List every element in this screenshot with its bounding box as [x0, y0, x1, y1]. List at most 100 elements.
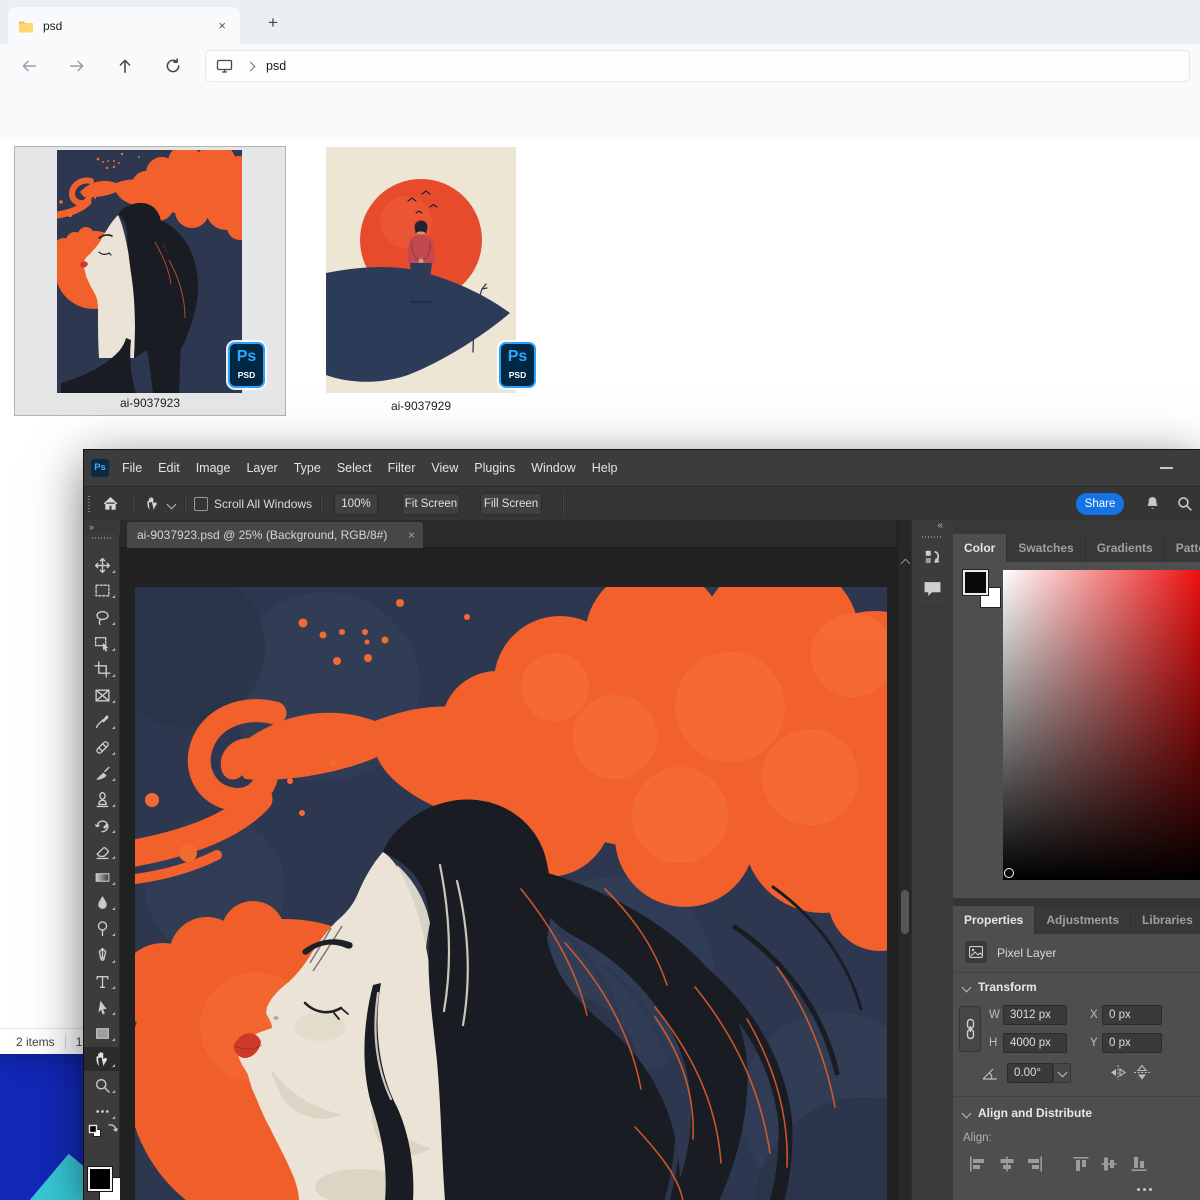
- file-name[interactable]: ai-9037923: [15, 396, 285, 410]
- chevron-down-icon[interactable]: [167, 500, 177, 510]
- share-button[interactable]: Share: [1076, 493, 1124, 515]
- crop-tool[interactable]: [84, 657, 120, 681]
- width-field[interactable]: 3012 px: [1003, 1005, 1067, 1025]
- refresh-button[interactable]: [164, 57, 182, 75]
- tab-properties[interactable]: Properties: [953, 906, 1035, 934]
- brush-tool[interactable]: [84, 761, 120, 785]
- align-top-icon[interactable]: [1071, 1154, 1091, 1174]
- spot-healing-brush-tool[interactable]: [84, 735, 120, 759]
- hand-tool[interactable]: [84, 1047, 120, 1071]
- forward-button[interactable]: [68, 57, 86, 75]
- eraser-tool[interactable]: [84, 839, 120, 863]
- tab-gradients[interactable]: Gradients: [1086, 534, 1165, 562]
- foreground-color-swatch[interactable]: [88, 1167, 112, 1191]
- back-button[interactable]: [20, 57, 38, 75]
- menu-filter[interactable]: Filter: [380, 450, 424, 486]
- gradient-tool[interactable]: [84, 865, 120, 889]
- zoom-100-button[interactable]: 100%: [334, 493, 378, 515]
- grip-handle[interactable]: [92, 537, 112, 539]
- history-brush-tool[interactable]: [84, 813, 120, 837]
- tab-patterns[interactable]: Patterns: [1165, 534, 1200, 562]
- menu-image[interactable]: Image: [188, 450, 239, 486]
- tab-close-icon[interactable]: ×: [214, 17, 230, 35]
- up-button[interactable]: [116, 57, 134, 75]
- foreground-color-swatch[interactable]: [963, 570, 988, 595]
- lasso-tool[interactable]: [84, 605, 120, 629]
- new-tab-button[interactable]: +: [262, 12, 284, 34]
- align-center-horizontal-icon[interactable]: [997, 1154, 1017, 1174]
- menu-select[interactable]: Select: [329, 450, 380, 486]
- height-field[interactable]: 4000 px: [1003, 1033, 1067, 1053]
- file-name[interactable]: ai-9037929: [299, 399, 543, 413]
- frame-tool[interactable]: [84, 683, 120, 707]
- align-middle-vertical-icon[interactable]: [1099, 1154, 1119, 1174]
- tab-swatches[interactable]: Swatches: [1007, 534, 1085, 562]
- tab-adjustments[interactable]: Adjustments: [1035, 906, 1131, 934]
- grip-handle[interactable]: [88, 496, 90, 512]
- version-history-icon[interactable]: [923, 548, 943, 568]
- default-colors-icon[interactable]: [88, 1124, 103, 1139]
- color-picker-handle[interactable]: [1004, 868, 1014, 878]
- zoom-tool[interactable]: [84, 1073, 120, 1097]
- edit-toolbar-icon[interactable]: [84, 1099, 120, 1123]
- type-tool[interactable]: [84, 969, 120, 993]
- tab-libraries[interactable]: Libraries: [1131, 906, 1200, 934]
- expand-tools-icon[interactable]: »: [84, 520, 120, 534]
- fit-screen-button[interactable]: Fit Screen: [402, 493, 460, 515]
- align-left-icon[interactable]: [967, 1154, 987, 1174]
- menu-view[interactable]: View: [423, 450, 466, 486]
- grip-handle[interactable]: [922, 536, 942, 538]
- menu-type[interactable]: Type: [286, 450, 329, 486]
- menu-file[interactable]: File: [114, 450, 150, 486]
- align-right-icon[interactable]: [1025, 1154, 1045, 1174]
- menu-edit[interactable]: Edit: [150, 450, 188, 486]
- file-item-ai-9037929[interactable]: Ps PSD ai-9037929: [299, 147, 543, 415]
- angle-dropdown-button[interactable]: [1053, 1063, 1071, 1083]
- canvas-artwork[interactable]: [135, 587, 887, 1200]
- menu-window[interactable]: Window: [523, 450, 583, 486]
- hand-tool-options-icon[interactable]: [144, 495, 161, 512]
- breadcrumb-path[interactable]: psd: [266, 59, 286, 73]
- home-icon[interactable]: [102, 495, 119, 512]
- file-item-ai-9037923[interactable]: Ps PSD ai-9037923: [14, 146, 286, 416]
- scroll-up-icon[interactable]: [901, 559, 911, 569]
- canvas-vertical-scrollbar[interactable]: [897, 520, 911, 1200]
- blur-tool[interactable]: [84, 890, 120, 914]
- eyedropper-tool[interactable]: [84, 709, 120, 733]
- angle-field[interactable]: 0.00°: [1007, 1063, 1053, 1083]
- address-bar[interactable]: psd: [205, 50, 1190, 82]
- swap-colors-icon[interactable]: [105, 1122, 118, 1135]
- comments-icon[interactable]: [923, 580, 942, 597]
- panel-more-options-icon[interactable]: [1137, 1188, 1152, 1191]
- document-tab[interactable]: ai-9037923.psd @ 25% (Background, RGB/8#…: [127, 522, 423, 548]
- flip-vertical-icon[interactable]: [1133, 1064, 1151, 1081]
- transform-section-header[interactable]: Transform: [963, 980, 1037, 994]
- path-selection-tool[interactable]: [84, 995, 120, 1019]
- document-close-icon[interactable]: ×: [408, 522, 415, 548]
- fill-screen-button[interactable]: Fill Screen: [480, 493, 542, 515]
- color-picker-field[interactable]: [1003, 570, 1200, 880]
- scroll-all-windows-checkbox[interactable]: [194, 497, 208, 511]
- flip-horizontal-icon[interactable]: [1109, 1064, 1127, 1081]
- menu-layer[interactable]: Layer: [238, 450, 285, 486]
- link-dimensions-button[interactable]: [959, 1006, 981, 1052]
- notifications-bell-icon[interactable]: [1144, 495, 1161, 512]
- collapse-panels-icon[interactable]: «: [937, 520, 944, 531]
- menu-plugins[interactable]: Plugins: [466, 450, 523, 486]
- y-field[interactable]: 0 px: [1102, 1033, 1162, 1053]
- scrollbar-thumb[interactable]: [901, 890, 909, 934]
- move-tool[interactable]: [84, 553, 120, 577]
- tab-color[interactable]: Color: [953, 534, 1007, 562]
- align-bottom-icon[interactable]: [1129, 1154, 1149, 1174]
- align-section-header[interactable]: Align and Distribute: [963, 1106, 1092, 1120]
- rectangular-marquee-tool[interactable]: [84, 578, 120, 602]
- object-selection-tool[interactable]: [84, 631, 120, 655]
- x-field[interactable]: 0 px: [1102, 1005, 1162, 1025]
- clone-stamp-tool[interactable]: [84, 787, 120, 811]
- rectangle-tool[interactable]: [84, 1021, 120, 1045]
- dodge-tool[interactable]: [84, 916, 120, 940]
- menu-help[interactable]: Help: [584, 450, 626, 486]
- pen-tool[interactable]: [84, 943, 120, 967]
- minimize-button[interactable]: [1160, 467, 1173, 469]
- search-icon[interactable]: [1176, 495, 1193, 512]
